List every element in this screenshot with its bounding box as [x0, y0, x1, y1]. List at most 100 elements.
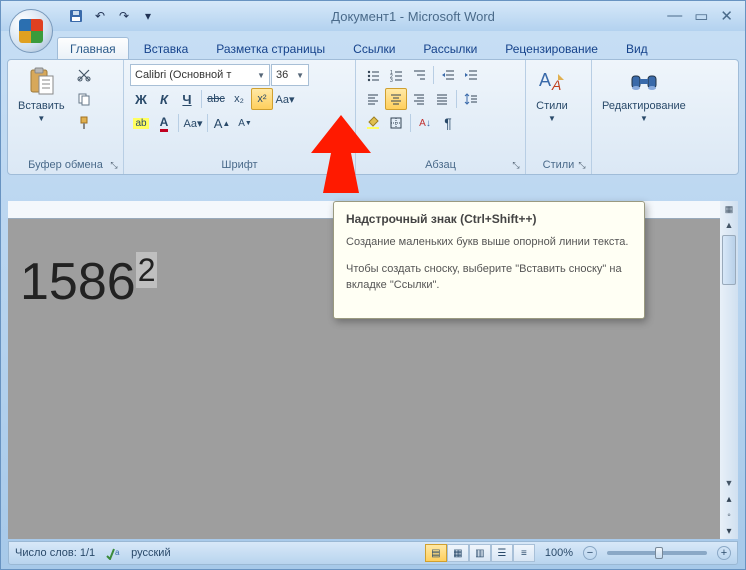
scroll-up-button[interactable]: ▲: [721, 217, 737, 233]
window-title: Документ1 - Microsoft Word: [159, 9, 667, 24]
view-print-layout[interactable]: ▤: [425, 544, 447, 562]
tooltip-superscript: Надстрочный знак (Ctrl+Shift++) Создание…: [333, 201, 645, 319]
list-multilevel-icon: [412, 68, 426, 82]
group-styles: AA Стили ▼ Стили ⤡: [526, 60, 592, 174]
align-left-icon: [366, 92, 380, 106]
align-right-button[interactable]: [408, 88, 430, 110]
view-web-layout[interactable]: ▥: [469, 544, 491, 562]
styles-icon: AA: [536, 66, 568, 98]
close-button[interactable]: ✕: [720, 7, 733, 25]
tab-view[interactable]: Вид: [613, 37, 661, 59]
office-button[interactable]: [9, 9, 53, 53]
numbering-button[interactable]: 123: [385, 64, 407, 86]
font-family-value: Calibri (Основной т: [135, 69, 231, 81]
styles-launcher[interactable]: ⤡: [575, 158, 589, 172]
tooltip-title: Надстрочный знак (Ctrl+Shift++): [346, 212, 632, 226]
paste-button[interactable]: Вставить ▼: [14, 64, 69, 157]
tab-insert[interactable]: Вставка: [131, 37, 202, 59]
scroll-thumb[interactable]: [722, 235, 736, 285]
grow-font-button[interactable]: A▲: [211, 112, 233, 134]
subscript-button[interactable]: x₂: [228, 88, 250, 110]
decrease-indent-button[interactable]: [437, 64, 459, 86]
tab-page-layout[interactable]: Разметка страницы: [203, 37, 338, 59]
dropdown-icon: ▼: [548, 114, 556, 123]
zoom-level[interactable]: 100%: [545, 547, 573, 559]
group-editing: Редактирование ▼: [592, 60, 738, 174]
prev-page-button[interactable]: ▴: [722, 492, 736, 506]
align-left-button[interactable]: [362, 88, 384, 110]
increase-indent-button[interactable]: [460, 64, 482, 86]
underline-button[interactable]: Ч: [176, 88, 198, 110]
tab-home[interactable]: Главная: [57, 37, 129, 59]
document-text[interactable]: 15862: [20, 249, 157, 313]
strikethrough-button[interactable]: abc: [205, 88, 227, 110]
view-draft[interactable]: ≡: [513, 544, 535, 562]
view-outline[interactable]: ☰: [491, 544, 513, 562]
superscript-button[interactable]: x²: [251, 88, 273, 110]
vertical-scrollbar[interactable]: ▦ ▲ ▼ ▴ ◦ ▾: [720, 201, 738, 539]
change-case-button[interactable]: Aa▾: [274, 88, 296, 110]
qat-undo[interactable]: ↶: [89, 5, 111, 27]
copy-button[interactable]: [73, 88, 95, 110]
font-size-combo[interactable]: 36▼: [271, 64, 309, 86]
binoculars-icon: [628, 66, 660, 98]
clipboard-launcher[interactable]: ⤡: [107, 158, 121, 172]
italic-button[interactable]: К: [153, 88, 175, 110]
line-spacing-button[interactable]: [460, 88, 482, 110]
zoom-in-button[interactable]: +: [717, 546, 731, 560]
align-justify-icon: [435, 92, 449, 106]
ruler-toggle[interactable]: ▦: [721, 201, 737, 217]
sort-button[interactable]: А↓: [414, 112, 436, 134]
maximize-button[interactable]: ▭: [694, 7, 708, 25]
doc-base-text: 1586: [20, 253, 136, 311]
editing-button[interactable]: Редактирование ▼: [598, 64, 690, 169]
paragraph-launcher[interactable]: ⤡: [509, 158, 523, 172]
char-border-button[interactable]: Aa▾: [182, 112, 204, 134]
list-numbered-icon: 123: [389, 68, 403, 82]
ribbon: Вставить ▼ Буфер обмена ⤡ Calibri (Основ…: [7, 59, 739, 175]
tooltip-p2: Чтобы создать сноску, выберите "Вставить…: [346, 261, 632, 294]
minimize-button[interactable]: —: [667, 7, 682, 25]
multilevel-list-button[interactable]: [408, 64, 430, 86]
scroll-down-button[interactable]: ▼: [721, 475, 737, 491]
titlebar: ↶ ↷ ▾ Документ1 - Microsoft Word — ▭ ✕: [1, 1, 745, 31]
app-window: ↶ ↷ ▾ Документ1 - Microsoft Word — ▭ ✕ Г…: [0, 0, 746, 570]
language-button[interactable]: русский: [131, 547, 170, 559]
group-editing-label: [598, 169, 732, 172]
align-center-button[interactable]: [385, 88, 407, 110]
font-color-button[interactable]: A: [153, 112, 175, 134]
ribbon-tabs: Главная Вставка Разметка страницы Ссылки…: [57, 31, 745, 59]
tab-references[interactable]: Ссылки: [340, 37, 408, 59]
browse-object-button[interactable]: ◦: [722, 508, 736, 522]
paste-label: Вставить: [18, 100, 65, 112]
list-bullets-icon: [366, 68, 380, 82]
spellcheck-button[interactable]: а: [105, 546, 121, 560]
word-count[interactable]: Число слов: 1/1: [15, 547, 95, 559]
zoom-slider[interactable]: [607, 551, 707, 555]
zoom-out-button[interactable]: −: [583, 546, 597, 560]
zoom-thumb[interactable]: [655, 547, 663, 559]
cut-button[interactable]: [73, 64, 95, 86]
font-family-combo[interactable]: Calibri (Основной т▼: [130, 64, 270, 86]
next-page-button[interactable]: ▾: [722, 524, 736, 538]
borders-button[interactable]: [385, 112, 407, 134]
view-full-screen[interactable]: ▦: [447, 544, 469, 562]
qat-save[interactable]: [65, 5, 87, 27]
highlight-button[interactable]: ab: [130, 112, 152, 134]
show-marks-button[interactable]: ¶: [437, 112, 459, 134]
align-right-icon: [412, 92, 426, 106]
tab-review[interactable]: Рецензирование: [492, 37, 611, 59]
shrink-font-button[interactable]: A▼: [234, 112, 256, 134]
styles-button[interactable]: AA Стили ▼: [532, 64, 572, 157]
qat-customize[interactable]: ▾: [137, 5, 159, 27]
format-painter-button[interactable]: [73, 112, 95, 134]
svg-text:а: а: [115, 548, 120, 557]
outdent-icon: [441, 68, 455, 82]
scissors-icon: [77, 68, 91, 82]
bold-button[interactable]: Ж: [130, 88, 152, 110]
bullets-button[interactable]: [362, 64, 384, 86]
align-justify-button[interactable]: [431, 88, 453, 110]
qat-redo[interactable]: ↷: [113, 5, 135, 27]
group-paragraph-label: Абзац: [362, 157, 519, 172]
tab-mailings[interactable]: Рассылки: [410, 37, 490, 59]
